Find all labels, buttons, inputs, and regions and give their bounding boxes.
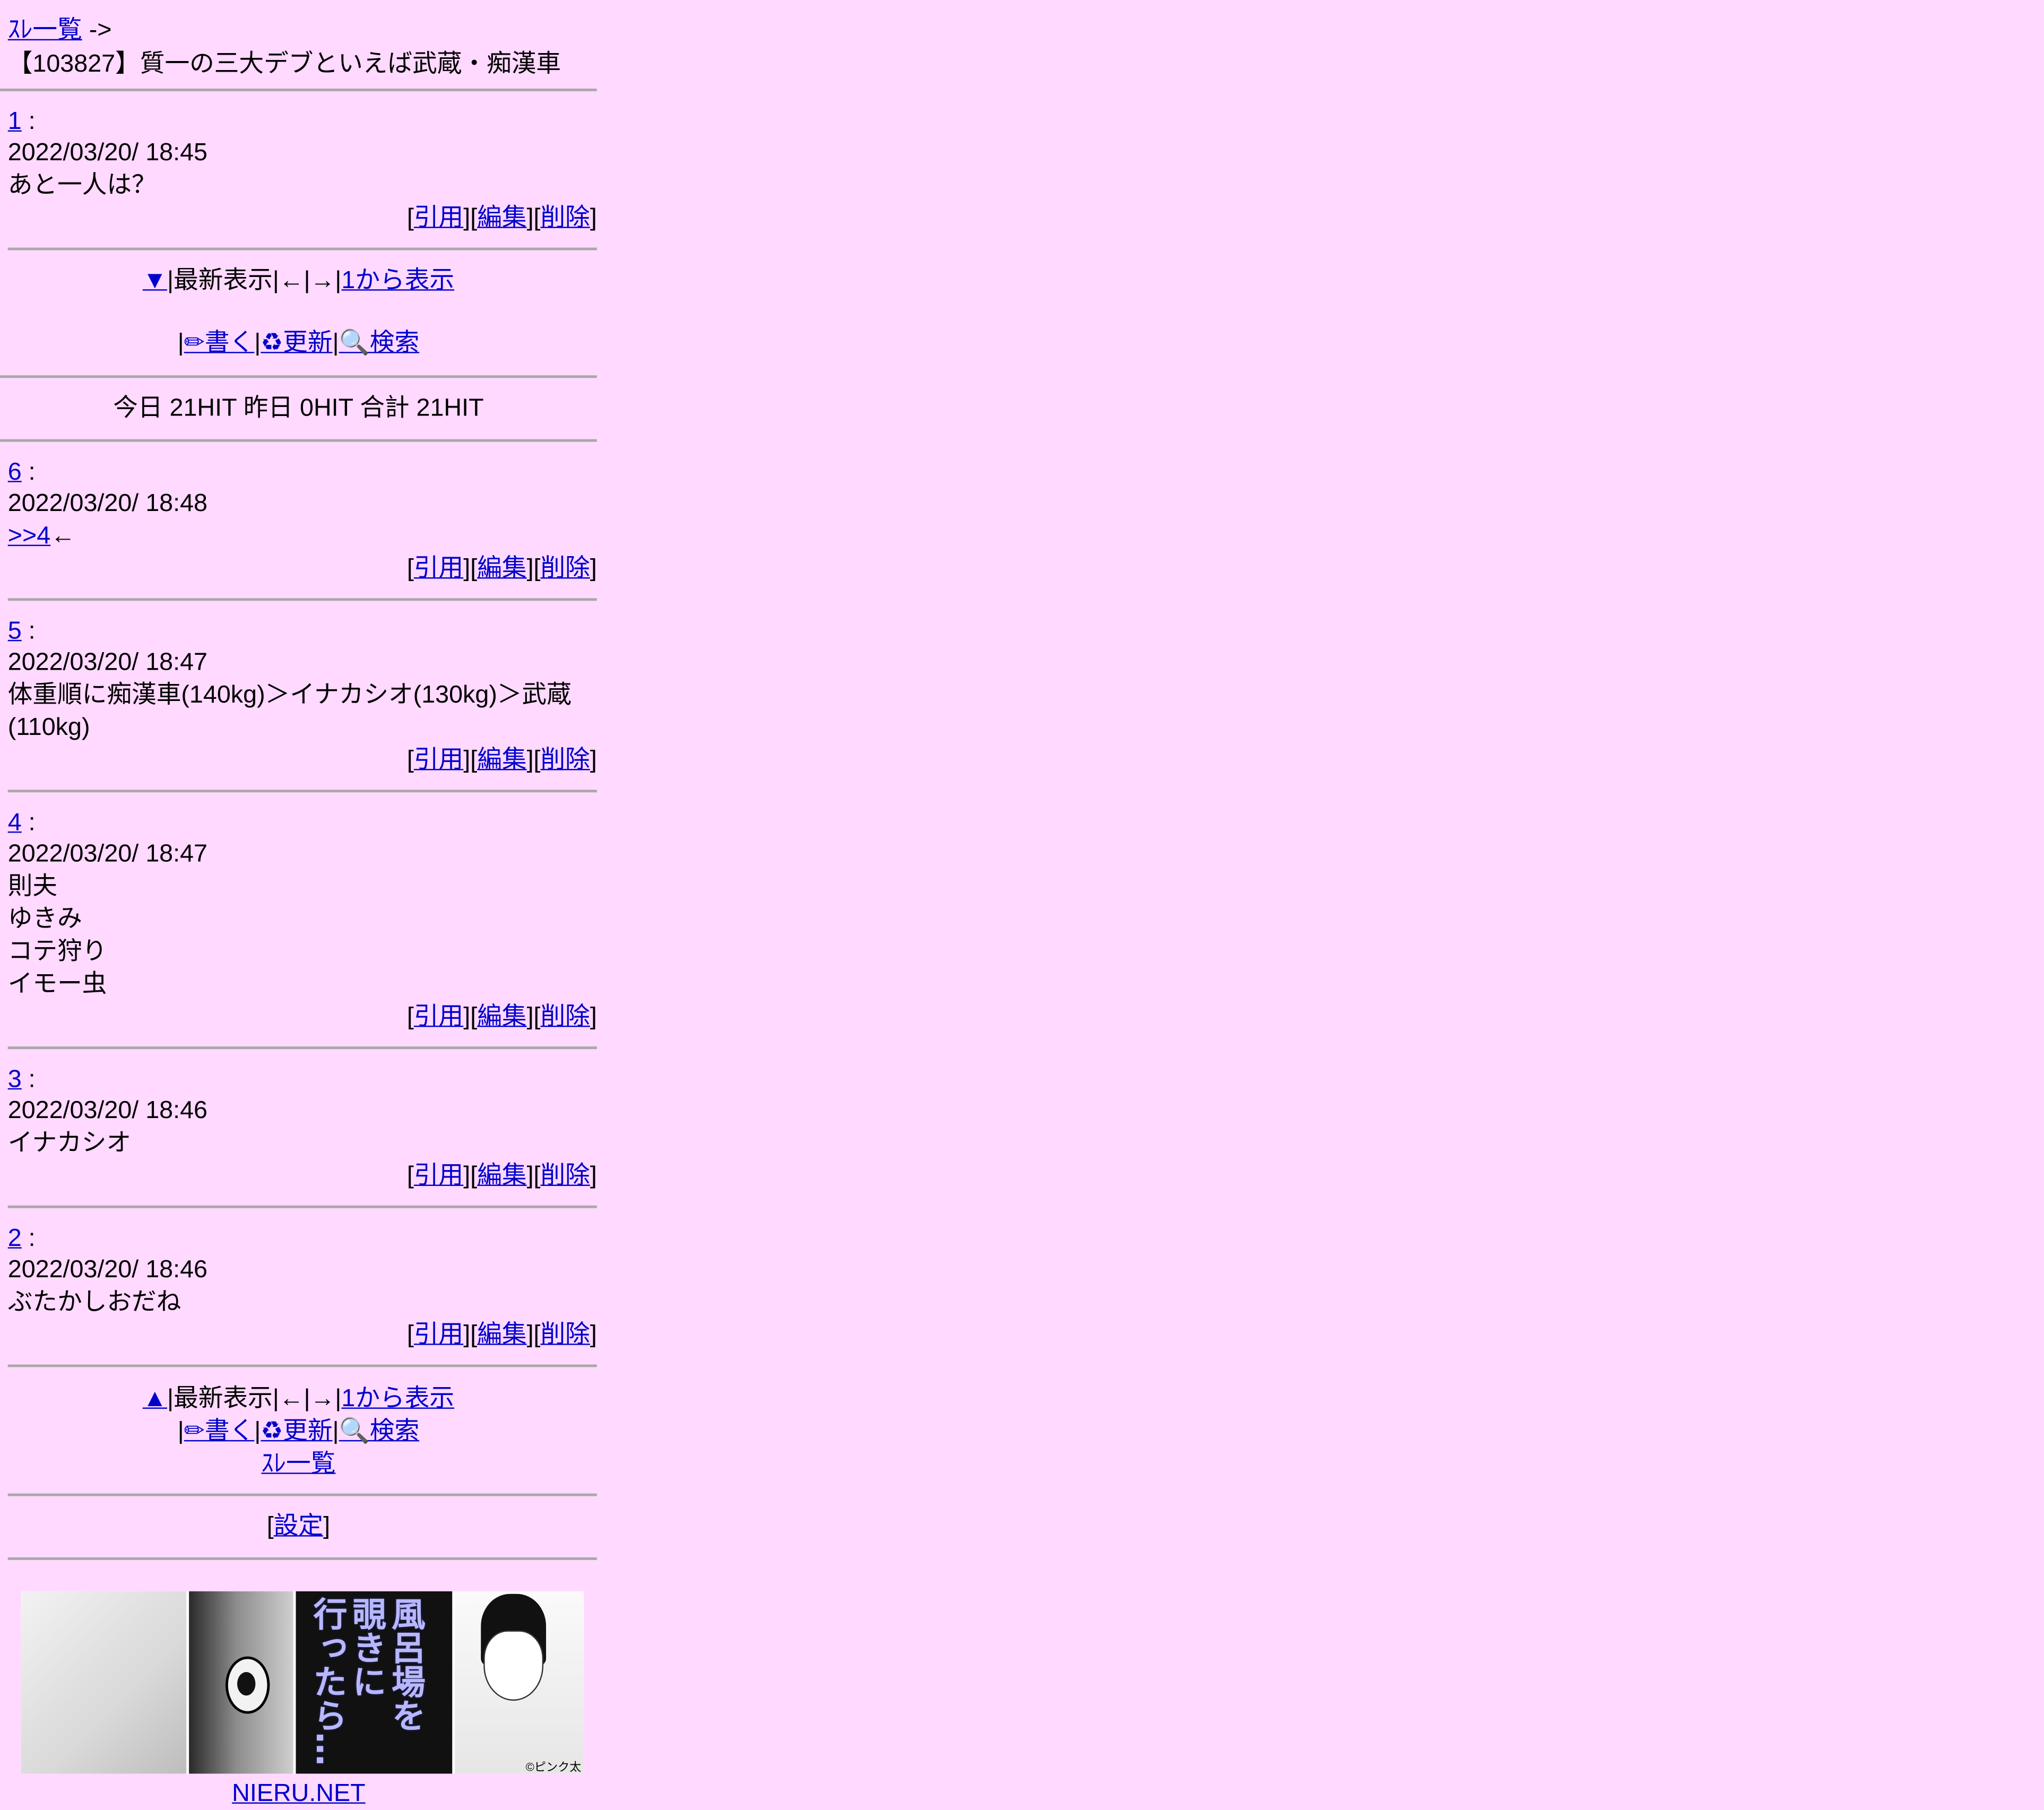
quote-link[interactable]: 引用 bbox=[414, 747, 463, 774]
thread-list-link[interactable]: ｽﾚ一覧 bbox=[261, 1451, 335, 1478]
post-5: 5 : 2022/03/20/ 18:47 体重順に痴漢車(140kg)＞イナカ… bbox=[0, 601, 597, 790]
post-body-line: 則夫 bbox=[7, 873, 58, 901]
thread-list-link[interactable]: ｽﾚ一覧 bbox=[8, 17, 82, 45]
post-actions: [引用][編集][削除] bbox=[406, 1003, 597, 1031]
edit-link[interactable]: 編集 bbox=[477, 747, 526, 774]
edit-link[interactable]: 編集 bbox=[477, 1321, 526, 1349]
post-number-link[interactable]: 4 bbox=[8, 809, 22, 837]
hit-counter: 今日 21HIT 昨日 0HIT 合計 21HIT bbox=[113, 395, 484, 422]
banner-image[interactable]: 風呂場を 覗きに 行ったら… ©ピンク太 bbox=[21, 1591, 584, 1774]
post-body-line: イナカシオ bbox=[7, 1130, 132, 1157]
write-link[interactable]: ✏書く bbox=[184, 1418, 254, 1445]
post-actions: [引用][編集][削除] bbox=[406, 555, 597, 583]
edit-link[interactable]: 編集 bbox=[477, 555, 526, 583]
comic-panel-eye bbox=[189, 1591, 293, 1774]
top-navigation: ▼|最新表示|←|→|1から表示 |✏書く|♻更新|🔍検索 bbox=[142, 267, 455, 357]
quote-link[interactable]: 引用 bbox=[414, 1003, 463, 1031]
settings-row: [設定] bbox=[266, 1513, 331, 1540]
banner-copyright: ©ピンク太 bbox=[525, 1761, 582, 1774]
post-actions: [引用][編集][削除] bbox=[406, 1162, 597, 1190]
from-first-link[interactable]: 1から表示 bbox=[341, 267, 454, 295]
edit-link[interactable]: 編集 bbox=[477, 1163, 526, 1190]
post-number-link[interactable]: 3 bbox=[8, 1066, 22, 1094]
post-date: 2022/03/20/ 18:48 bbox=[7, 490, 208, 518]
nav-latest-text: |最新表示|←|→| bbox=[167, 1385, 342, 1413]
post-body-line: 体重順に痴漢車(140kg)＞イナカシオ(130kg)＞武蔵(110kg) bbox=[7, 681, 571, 742]
comic-panel bbox=[21, 1591, 187, 1774]
face-shape bbox=[483, 1630, 544, 1701]
banner-vertical-text: 覗きに bbox=[347, 1596, 386, 1699]
delete-link[interactable]: 削除 bbox=[541, 555, 590, 583]
post-date: 2022/03/20/ 18:46 bbox=[7, 1256, 208, 1284]
nav-latest-text: |最新表示|←|→| bbox=[167, 267, 342, 295]
refresh-link[interactable]: ♻更新 bbox=[261, 1418, 332, 1445]
post-2: 2 : 2022/03/20/ 18:46 ぶたかしおだね [引用][編集][削… bbox=[0, 1208, 597, 1365]
post-number-link[interactable]: 1 bbox=[8, 108, 22, 136]
comic-panel-text: 風呂場を 覗きに 行ったら… bbox=[296, 1591, 453, 1774]
delete-link[interactable]: 削除 bbox=[541, 1321, 590, 1349]
banner-vertical-text: 行ったら… bbox=[307, 1596, 347, 1766]
page: ｽﾚ一覧 -> 【103827】質一の三大デブといえば武蔵・痴漢車 1 : 20… bbox=[0, 0, 2043, 1807]
quote-link[interactable]: 引用 bbox=[414, 1163, 463, 1190]
post-date: 2022/03/20/ 18:47 bbox=[7, 649, 208, 677]
post-date: 2022/03/20/ 18:46 bbox=[7, 1097, 208, 1125]
post-date: 2022/03/20/ 18:47 bbox=[7, 841, 208, 868]
post-body-line: ぶたかしおだね bbox=[7, 1288, 181, 1317]
edit-link[interactable]: 編集 bbox=[477, 205, 526, 232]
edit-link[interactable]: 編集 bbox=[477, 1003, 526, 1031]
reply-anchor-link[interactable]: >>4 bbox=[8, 523, 50, 550]
post-3: 3 : 2022/03/20/ 18:46 イナカシオ [引用][編集][削除] bbox=[0, 1049, 597, 1206]
post-date: 2022/03/20/ 18:45 bbox=[7, 139, 208, 167]
banner-vertical-text: 風呂場を bbox=[385, 1596, 425, 1733]
divider bbox=[7, 1557, 597, 1560]
post-actions: [引用][編集][削除] bbox=[406, 204, 597, 232]
delete-link[interactable]: 削除 bbox=[541, 205, 590, 232]
post-number-link[interactable]: 5 bbox=[8, 618, 22, 645]
delete-link[interactable]: 削除 bbox=[541, 747, 590, 774]
post-number-link[interactable]: 6 bbox=[8, 459, 22, 487]
post-body-line: イモー虫 bbox=[7, 971, 107, 999]
quote-link[interactable]: 引用 bbox=[414, 555, 463, 583]
header-nav: ｽﾚ一覧 -> bbox=[0, 0, 597, 47]
post-body-line: ゆきみ bbox=[7, 905, 82, 933]
post-body-line: コテ狩り bbox=[7, 938, 107, 966]
search-link[interactable]: 🔍検索 bbox=[339, 1418, 419, 1445]
quote-link[interactable]: 引用 bbox=[414, 205, 463, 232]
jump-up-link[interactable]: ▲ bbox=[143, 1385, 167, 1413]
eye-icon bbox=[225, 1656, 270, 1714]
delete-link[interactable]: 削除 bbox=[541, 1003, 590, 1031]
post-actions: [引用][編集][削除] bbox=[406, 747, 597, 774]
post-actions: [引用][編集][削除] bbox=[406, 1321, 597, 1349]
banner-site-link[interactable]: NIERU.NET bbox=[232, 1779, 366, 1810]
comic-panel-girl: ©ピンク太 bbox=[455, 1591, 584, 1774]
thread-title: 【103827】質一の三大デブといえば武蔵・痴漢車 bbox=[7, 50, 561, 79]
delete-link[interactable]: 削除 bbox=[541, 1163, 590, 1190]
post-6: 6 : 2022/03/20/ 18:48 >>4← [引用][編集][削除] bbox=[0, 442, 597, 599]
search-link[interactable]: 🔍検索 bbox=[339, 330, 419, 357]
post-body-line: あと一人は？ bbox=[7, 172, 157, 200]
from-first-link[interactable]: 1から表示 bbox=[341, 1385, 454, 1413]
refresh-link[interactable]: ♻更新 bbox=[261, 330, 332, 357]
first-post: 1 : 2022/03/20/ 18:45 あと一人は？ [引用][編集][削除… bbox=[0, 91, 597, 248]
settings-link[interactable]: 設定 bbox=[274, 1513, 323, 1540]
post-4: 4 : 2022/03/20/ 18:47 則夫 ゆきみ コテ狩り イモー虫 [… bbox=[0, 792, 597, 1046]
post-body-line: >>4← bbox=[7, 522, 75, 550]
post-number-link[interactable]: 2 bbox=[8, 1225, 22, 1253]
jump-down-link[interactable]: ▼ bbox=[143, 267, 167, 295]
write-link[interactable]: ✏書く bbox=[184, 330, 254, 357]
bottom-navigation: ▲|最新表示|←|→|1から表示 |✏書く|♻更新|🔍検索 ｽﾚ一覧 bbox=[142, 1385, 455, 1478]
ad-banner: 風呂場を 覗きに 行ったら… ©ピンク太 NIERU.NET bbox=[0, 1591, 597, 1807]
header-arrow: -> bbox=[82, 16, 112, 45]
quote-link[interactable]: 引用 bbox=[414, 1321, 463, 1349]
